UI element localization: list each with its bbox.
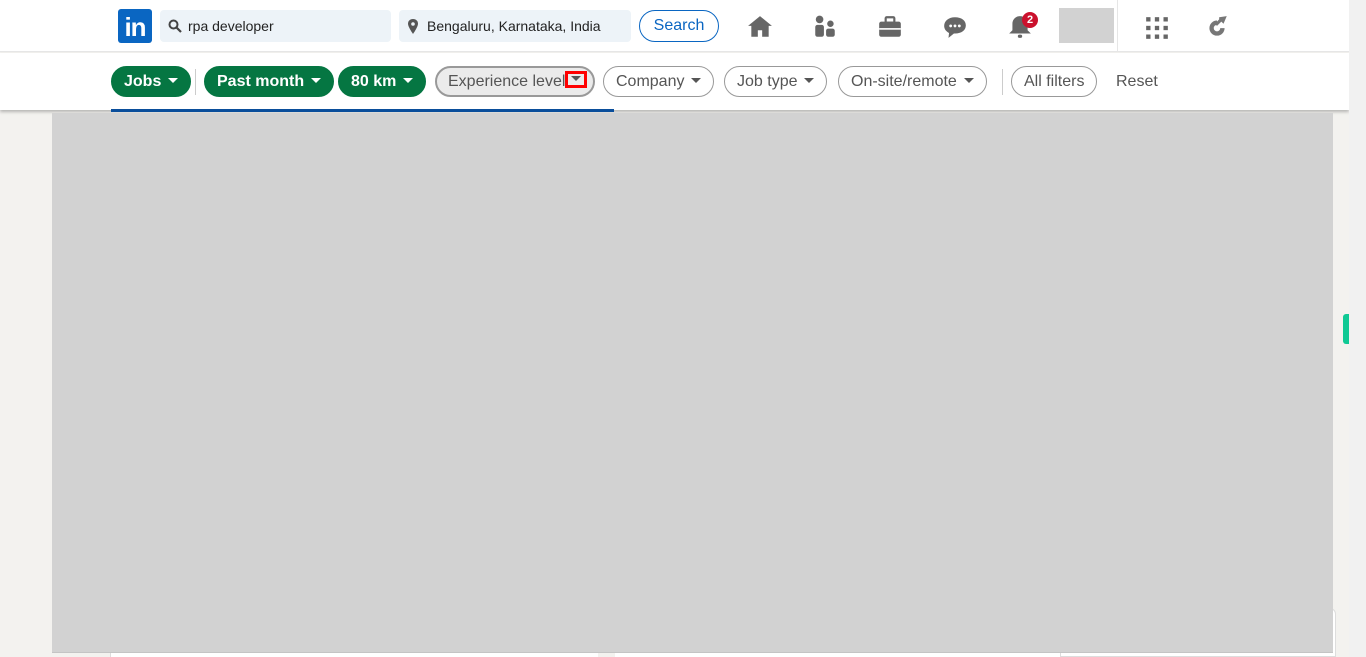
filter-label: Past month [217,73,305,90]
caret-down-icon [571,75,582,81]
jobs-icon[interactable] [877,14,903,40]
linkedin-logo[interactable]: in [118,9,152,43]
search-input[interactable]: rpa developer [160,10,391,42]
filter-experience-level[interactable]: Experience level [435,66,595,97]
caret-down-icon [311,78,322,84]
location-value: Bengaluru, Karnataka, India [427,18,601,34]
filter-distance[interactable]: 80 km [338,66,427,97]
filter-date-posted[interactable]: Past month [204,66,335,97]
location-input[interactable]: Bengaluru, Karnataka, India [399,10,631,42]
notification-badge: 2 [1022,12,1038,28]
active-tab-indicator [111,109,614,112]
divider [195,69,196,95]
loading-overlay [52,113,1333,653]
messaging-icon[interactable] [942,14,968,40]
filter-label: Jobs [124,73,162,90]
home-icon[interactable] [747,14,773,40]
filter-jobs[interactable]: Jobs [111,66,192,97]
caret-down-icon [168,78,179,84]
caret-down-icon [403,78,414,84]
experience-dropdown-highlight[interactable] [565,71,588,89]
filter-job-type[interactable]: Job type [724,66,828,97]
apps-grid-icon[interactable] [1144,15,1170,41]
global-nav: in rpa developer Bengaluru, Karnataka, I… [0,0,1349,52]
all-filters-button[interactable]: All filters [1011,66,1098,97]
filter-label: Company [616,73,685,90]
filter-label: Job type [737,73,798,90]
my-network-icon[interactable] [812,14,838,40]
filter-on-site-remote[interactable]: On-site/remote [838,66,987,97]
search-value: rpa developer [188,18,274,34]
caret-down-icon [691,78,702,84]
filter-label: On-site/remote [851,73,957,90]
avatar[interactable] [1059,8,1114,43]
filter-bar: Jobs Past month 80 km Experience level C… [0,53,1349,110]
location-pin-icon [408,19,418,34]
divider [1002,69,1003,95]
page-scrollbar[interactable] [1349,0,1366,657]
filter-label: Experience level [448,73,566,90]
reset-button[interactable]: Reset [1116,66,1158,97]
search-button[interactable]: Search [639,10,719,42]
filter-label: 80 km [351,73,397,90]
caret-down-icon [963,78,974,84]
search-icon [168,19,182,33]
divider [1117,0,1118,52]
caret-down-icon [804,78,815,84]
filter-company[interactable]: Company [603,66,715,97]
premium-icon[interactable] [1204,14,1230,40]
